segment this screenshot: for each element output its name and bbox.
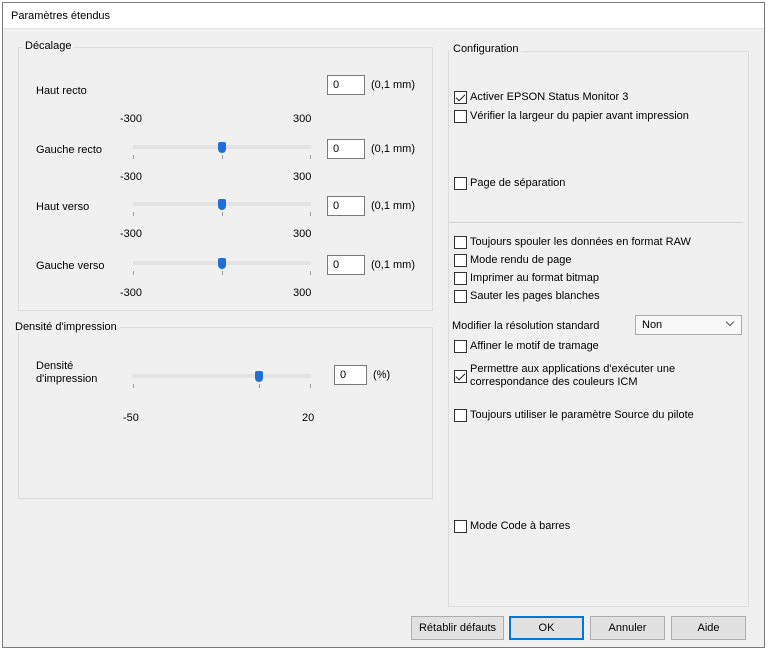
separator-page-label: Page de séparation bbox=[470, 177, 566, 189]
barcode-checkbox[interactable] bbox=[454, 520, 467, 533]
barcode-label: Mode Code à barres bbox=[470, 520, 571, 532]
top-back-label: Haut verso bbox=[36, 201, 90, 213]
offset-group-title: Décalage bbox=[22, 40, 75, 52]
window-title: Paramètres étendus bbox=[11, 10, 111, 22]
refine-option[interactable]: Affiner le motif de tramage bbox=[454, 340, 599, 353]
configuration-separator bbox=[449, 222, 743, 223]
resolution-label: Modifier la résolution standard bbox=[452, 320, 600, 332]
verify-width-label: Vérifier la largeur du papier avant impr… bbox=[470, 110, 689, 122]
status-monitor-checkbox[interactable] bbox=[454, 91, 467, 104]
separator-page-option[interactable]: Page de séparation bbox=[454, 177, 565, 190]
verify-width-option[interactable]: Vérifier la largeur du papier avant impr… bbox=[454, 110, 689, 123]
icm-option[interactable]: Permettre aux applications d'exécuter un… bbox=[454, 363, 675, 389]
spool-raw-option[interactable]: Toujours spouler les données en format R… bbox=[454, 236, 691, 249]
left-back-max: 300 bbox=[293, 287, 312, 299]
left-front-input[interactable]: 0 bbox=[327, 139, 365, 159]
top-front-label: Haut recto bbox=[36, 85, 87, 97]
dialog-window: Paramètres étendus Décalage Haut recto 0… bbox=[2, 2, 765, 648]
left-back-slider-thumb[interactable] bbox=[218, 258, 226, 269]
density-label-line2: d'impression bbox=[36, 373, 98, 385]
left-front-unit: (0,1 mm) bbox=[371, 143, 415, 155]
spool-raw-checkbox[interactable] bbox=[454, 236, 467, 249]
source-label: Toujours utiliser le paramètre Source du… bbox=[470, 409, 694, 421]
left-back-unit: (0,1 mm) bbox=[371, 259, 415, 271]
status-monitor-label: Activer EPSON Status Monitor 3 bbox=[470, 91, 629, 103]
top-front-input[interactable]: 0 bbox=[327, 75, 365, 95]
resolution-select[interactable]: Non bbox=[635, 315, 742, 335]
icm-label-line1: Permettre aux applications d'exécuter un… bbox=[470, 363, 676, 375]
page-render-checkbox[interactable] bbox=[454, 254, 467, 267]
barcode-option[interactable]: Mode Code à barres bbox=[454, 520, 570, 533]
skip-blank-label: Sauter les pages blanches bbox=[470, 290, 600, 302]
top-back-input[interactable]: 0 bbox=[327, 196, 365, 216]
bitmap-checkbox[interactable] bbox=[454, 272, 467, 285]
cancel-button[interactable]: Annuler bbox=[590, 616, 665, 640]
source-checkbox[interactable] bbox=[454, 409, 467, 422]
bitmap-label: Imprimer au format bitmap bbox=[470, 272, 599, 284]
density-group bbox=[18, 327, 433, 499]
density-slider[interactable] bbox=[133, 374, 311, 378]
left-back-label: Gauche verso bbox=[36, 260, 105, 272]
left-front-slider-thumb[interactable] bbox=[218, 142, 226, 153]
density-slider-thumb[interactable] bbox=[255, 371, 263, 382]
separator-page-checkbox[interactable] bbox=[454, 177, 467, 190]
source-option[interactable]: Toujours utiliser le paramètre Source du… bbox=[454, 409, 694, 422]
refine-label: Affiner le motif de tramage bbox=[470, 340, 599, 352]
reset-defaults-button[interactable]: Rétablir défauts bbox=[411, 616, 504, 640]
density-min: -50 bbox=[123, 412, 139, 424]
left-front-min: -300 bbox=[120, 171, 143, 183]
density-unit: (%) bbox=[373, 369, 391, 381]
top-back-min: -300 bbox=[120, 228, 143, 240]
density-label-line1: Densité bbox=[36, 360, 74, 372]
chevron-down-icon bbox=[725, 317, 735, 327]
help-button[interactable]: Aide bbox=[671, 616, 746, 640]
icm-checkbox[interactable] bbox=[454, 370, 467, 383]
density-input[interactable]: 0 bbox=[334, 365, 367, 385]
top-front-max: 300 bbox=[293, 113, 312, 125]
resolution-selected-value: Non bbox=[642, 319, 663, 331]
icm-label-line2: correspondance des couleurs ICM bbox=[470, 376, 638, 388]
skip-blank-option[interactable]: Sauter les pages blanches bbox=[454, 290, 600, 303]
refine-checkbox[interactable] bbox=[454, 340, 467, 353]
top-back-max: 300 bbox=[293, 228, 312, 240]
density-group-title: Densité d'impression bbox=[12, 321, 120, 333]
left-back-input[interactable]: 0 bbox=[327, 255, 365, 275]
top-front-unit: (0,1 mm) bbox=[371, 79, 415, 91]
density-max: 20 bbox=[302, 412, 315, 424]
skip-blank-checkbox[interactable] bbox=[454, 290, 467, 303]
left-front-label: Gauche recto bbox=[36, 144, 103, 156]
top-back-slider-thumb[interactable] bbox=[218, 199, 226, 210]
page-render-label: Mode rendu de page bbox=[470, 254, 572, 266]
configuration-group-title: Configuration bbox=[450, 43, 522, 55]
ok-button[interactable]: OK bbox=[509, 616, 584, 640]
top-back-unit: (0,1 mm) bbox=[371, 200, 415, 212]
page-render-option[interactable]: Mode rendu de page bbox=[454, 254, 572, 267]
bitmap-option[interactable]: Imprimer au format bitmap bbox=[454, 272, 599, 285]
left-back-min: -300 bbox=[120, 287, 143, 299]
top-front-min: -300 bbox=[120, 113, 143, 125]
spool-raw-label: Toujours spouler les données en format R… bbox=[470, 236, 691, 248]
verify-width-checkbox[interactable] bbox=[454, 110, 467, 123]
status-monitor-option[interactable]: Activer EPSON Status Monitor 3 bbox=[454, 91, 628, 104]
left-front-max: 300 bbox=[293, 171, 312, 183]
title-bar: Paramètres étendus bbox=[3, 3, 764, 29]
